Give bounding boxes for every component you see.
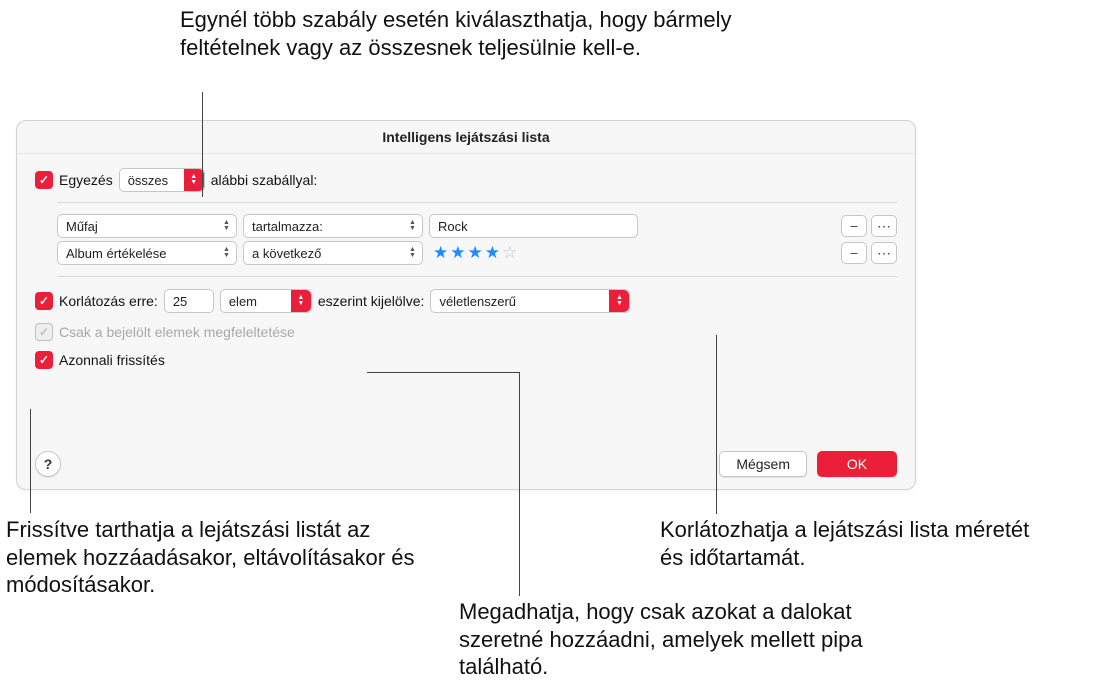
- live-update-row: Azonnali frissítés: [35, 351, 897, 369]
- checked-only-label: Csak a bejelölt elemek megfeleltetése: [59, 324, 295, 340]
- help-button[interactable]: ?: [35, 451, 61, 477]
- live-update-label: Azonnali frissítés: [59, 352, 165, 368]
- remove-rule-button[interactable]: −: [841, 215, 867, 237]
- smart-playlist-dialog: Intelligens lejátszási lista Egyezés öss…: [16, 120, 916, 490]
- limit-checkbox[interactable]: [35, 292, 53, 310]
- ok-label: OK: [847, 456, 867, 472]
- limit-unit-value: elem: [229, 294, 257, 309]
- more-icon: ⋯: [877, 245, 891, 262]
- rule-value-input[interactable]: Rock: [429, 214, 638, 238]
- rule-field-select[interactable]: Műfaj ▲▼: [57, 214, 237, 238]
- callout-checked-only: Megadhatja, hogy csak azokat a dalokat s…: [459, 598, 879, 681]
- match-suffix-label: alábbi szabállyal:: [211, 172, 318, 188]
- checked-only-row: Csak a bejelölt elemek megfeleltetése: [35, 323, 897, 341]
- cancel-button[interactable]: Mégsem: [719, 451, 807, 477]
- callout-match-mode: Egynél több szabály esetén kiválaszthatj…: [180, 6, 740, 61]
- leader-line: [30, 409, 31, 513]
- rule-value-text: Rock: [438, 219, 468, 234]
- callout-live-update: Frissítve tarthatja a lejátszási listát …: [6, 516, 426, 599]
- selected-by-label: eszerint kijelölve:: [318, 293, 425, 309]
- limit-label: Korlátozás erre:: [59, 293, 158, 309]
- leader-line: [716, 335, 717, 514]
- match-mode-select[interactable]: összes ▲▼: [119, 168, 205, 192]
- leader-line: [367, 372, 519, 373]
- rule-field-select[interactable]: Album értékelése ▲▼: [57, 241, 237, 265]
- dialog-title: Intelligens lejátszási lista: [17, 121, 915, 154]
- match-row: Egyezés összes ▲▼ alábbi szabállyal:: [35, 168, 897, 192]
- leader-line: [202, 92, 203, 197]
- rule-field-value: Műfaj: [66, 219, 98, 234]
- rule-operator-select[interactable]: tartalmazza: ▲▼: [243, 214, 423, 238]
- rule-operator-value: tartalmazza:: [252, 219, 323, 234]
- limit-count-value: 25: [173, 294, 187, 309]
- add-rule-button[interactable]: ⋯: [871, 215, 897, 237]
- live-update-checkbox[interactable]: [35, 351, 53, 369]
- limit-row: Korlátozás erre: 25 elem ▲▼ eszerint kij…: [35, 289, 897, 313]
- match-mode-value: összes: [128, 173, 168, 188]
- selected-by-value: véletlenszerű: [439, 294, 516, 309]
- limit-unit-select[interactable]: elem ▲▼: [220, 289, 312, 313]
- minus-icon: −: [850, 245, 858, 261]
- match-checkbox[interactable]: [35, 171, 53, 189]
- help-icon: ?: [44, 456, 53, 472]
- rule-value-stars[interactable]: ★★★★☆: [433, 243, 519, 263]
- limit-count-input[interactable]: 25: [164, 289, 214, 313]
- leader-line: [519, 372, 520, 596]
- more-icon: ⋯: [877, 218, 891, 235]
- add-rule-button[interactable]: ⋯: [871, 242, 897, 264]
- match-prefix-label: Egyezés: [59, 172, 113, 188]
- rule-row: Műfaj ▲▼ tartalmazza: ▲▼ Rock − ⋯: [57, 214, 897, 238]
- rule-operator-value: a következő: [252, 246, 321, 261]
- rule-row: Album értékelése ▲▼ a következő ▲▼ ★★★★☆…: [57, 241, 897, 265]
- ok-button[interactable]: OK: [817, 451, 897, 477]
- rule-field-value: Album értékelése: [66, 246, 166, 261]
- rule-operator-select[interactable]: a következő ▲▼: [243, 241, 423, 265]
- remove-rule-button[interactable]: −: [841, 242, 867, 264]
- cancel-label: Mégsem: [736, 456, 790, 472]
- rules-block: Műfaj ▲▼ tartalmazza: ▲▼ Rock − ⋯: [57, 202, 897, 277]
- selected-by-select[interactable]: véletlenszerű ▲▼: [430, 289, 630, 313]
- checked-only-checkbox: [35, 323, 53, 341]
- minus-icon: −: [850, 218, 858, 234]
- callout-limit: Korlátozhatja a lejátszási lista méretét…: [660, 516, 1040, 571]
